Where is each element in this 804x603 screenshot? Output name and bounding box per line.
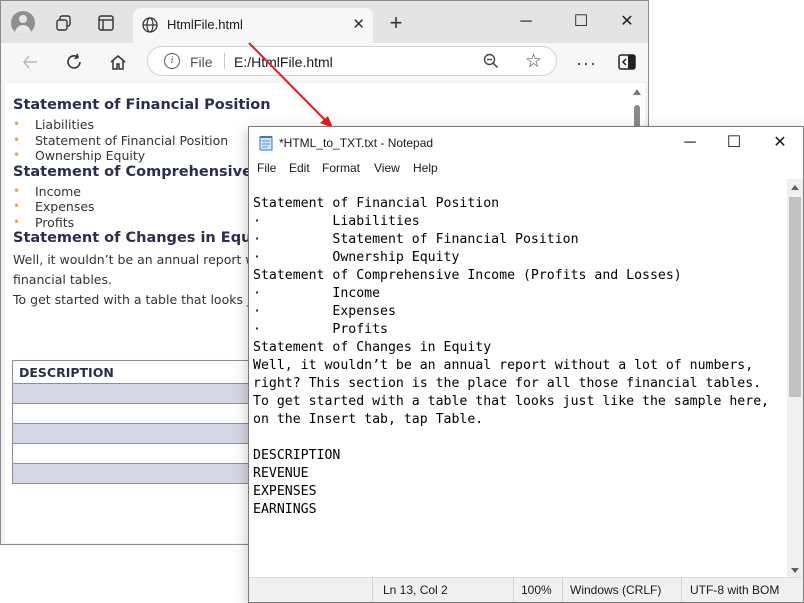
tab-htmlfile[interactable]: HtmlFile.html ✕ — [133, 8, 373, 43]
status-divider — [681, 578, 682, 602]
notepad-line: EXPENSES — [253, 484, 317, 499]
notepad-line: Statement of Comprehensive Income (Profi… — [253, 268, 682, 283]
tab-title: HtmlFile.html — [167, 17, 243, 32]
home-icon[interactable] — [105, 49, 131, 75]
notepad-window: *HTML_to_TXT.txt - Notepad ─ ☐ ✕ File Ed… — [248, 126, 804, 603]
paragraph-line: Well, it wouldn’t be an annual report wi… — [13, 252, 288, 267]
address-scheme: File — [190, 54, 213, 70]
notepad-line: · Statement of Financial Position — [253, 232, 579, 247]
scroll-up-arrow-icon[interactable] — [791, 185, 799, 190]
new-tab-button[interactable]: + — [383, 10, 409, 36]
status-divider — [562, 578, 563, 602]
notepad-minimize-button[interactable]: ─ — [675, 131, 705, 155]
paragraph-line: To get started with a table that looks j… — [13, 292, 281, 307]
menu-file[interactable]: File — [257, 161, 276, 175]
scroll-thumb[interactable] — [789, 197, 801, 397]
menu-view[interactable]: View — [374, 161, 400, 175]
notepad-statusbar: Ln 13, Col 2 100% Windows (CRLF) UTF-8 w… — [249, 577, 803, 602]
notepad-line: Statement of Financial Position — [253, 196, 500, 211]
notepad-line: EARNINGS — [253, 502, 317, 517]
refresh-icon[interactable] — [61, 49, 87, 75]
notepad-titlebar: *HTML_to_TXT.txt - Notepad ─ ☐ ✕ — [249, 127, 803, 159]
notepad-line: · Income — [253, 286, 381, 301]
profile-avatar-icon[interactable] — [11, 11, 35, 35]
maximize-button[interactable]: ☐ — [566, 9, 596, 35]
address-divider — [224, 53, 225, 69]
status-line-ending: Windows (CRLF) — [570, 583, 662, 597]
status-divider — [372, 578, 373, 602]
status-position: Ln 13, Col 2 — [383, 583, 448, 597]
navigation-bar: i File E:/HtmlFile.html ☆ ··· — [1, 43, 648, 81]
notepad-menubar: File Edit Format View Help — [249, 159, 803, 179]
notepad-line: Statement of Changes in Equity — [253, 340, 492, 355]
menu-help[interactable]: Help — [413, 161, 438, 175]
notepad-line: To get started with a table that looks j… — [253, 394, 770, 409]
notepad-maximize-button[interactable]: ☐ — [719, 131, 749, 155]
status-encoding: UTF-8 with BOM — [690, 583, 780, 597]
tab-close-icon[interactable]: ✕ — [352, 15, 365, 33]
notepad-content[interactable]: Statement of Financial Position · Liabil… — [253, 195, 769, 519]
back-arrow-icon[interactable] — [17, 49, 43, 75]
sidebar-panel-icon[interactable] — [618, 54, 636, 75]
scroll-up-arrow-icon[interactable] — [633, 89, 641, 95]
workspaces-icon[interactable] — [51, 10, 77, 36]
minimize-button[interactable]: ─ — [511, 9, 541, 35]
notepad-app-icon — [258, 135, 274, 156]
address-bar[interactable]: i File E:/HtmlFile.html ☆ — [147, 46, 557, 76]
notepad-text-area[interactable]: Statement of Financial Position · Liabil… — [249, 179, 787, 579]
paragraph-line: financial tables. — [13, 272, 112, 287]
zoom-out-icon[interactable] — [482, 52, 500, 75]
close-window-button[interactable]: ✕ — [612, 9, 642, 35]
more-options-icon[interactable]: ··· — [576, 53, 597, 74]
notepad-title: *HTML_to_TXT.txt - Notepad — [279, 136, 434, 150]
notepad-line: · Liabilities — [253, 214, 420, 229]
notepad-line: REVENUE — [253, 466, 309, 481]
tab-actions-icon[interactable] — [93, 10, 119, 36]
status-divider — [513, 578, 514, 602]
status-zoom: 100% — [521, 583, 552, 597]
menu-edit[interactable]: Edit — [289, 161, 310, 175]
notepad-line: · Ownership Equity — [253, 250, 460, 265]
notepad-line: right? This section is the place for all… — [253, 376, 762, 391]
notepad-line: DESCRIPTION — [253, 448, 341, 463]
notepad-close-button[interactable]: ✕ — [765, 131, 795, 155]
favorite-star-icon[interactable]: ☆ — [525, 50, 542, 73]
site-info-icon[interactable]: i — [164, 53, 180, 69]
address-url[interactable]: E:/HtmlFile.html — [234, 54, 333, 70]
scroll-down-arrow-icon[interactable] — [791, 568, 799, 573]
menu-format[interactable]: Format — [322, 161, 360, 175]
notepad-line: · Profits — [253, 322, 388, 337]
notepad-line: · Expenses — [253, 304, 396, 319]
notepad-line: Well, it wouldn’t be an annual report wi… — [253, 358, 754, 373]
globe-icon — [141, 16, 159, 39]
tab-strip: HtmlFile.html ✕ + ─ ☐ ✕ — [1, 1, 648, 43]
section1-heading: Statement of Financial Position — [13, 97, 271, 113]
notepad-scrollbar[interactable] — [787, 179, 803, 579]
notepad-line: on the Insert tab, tap Table. — [253, 412, 484, 427]
